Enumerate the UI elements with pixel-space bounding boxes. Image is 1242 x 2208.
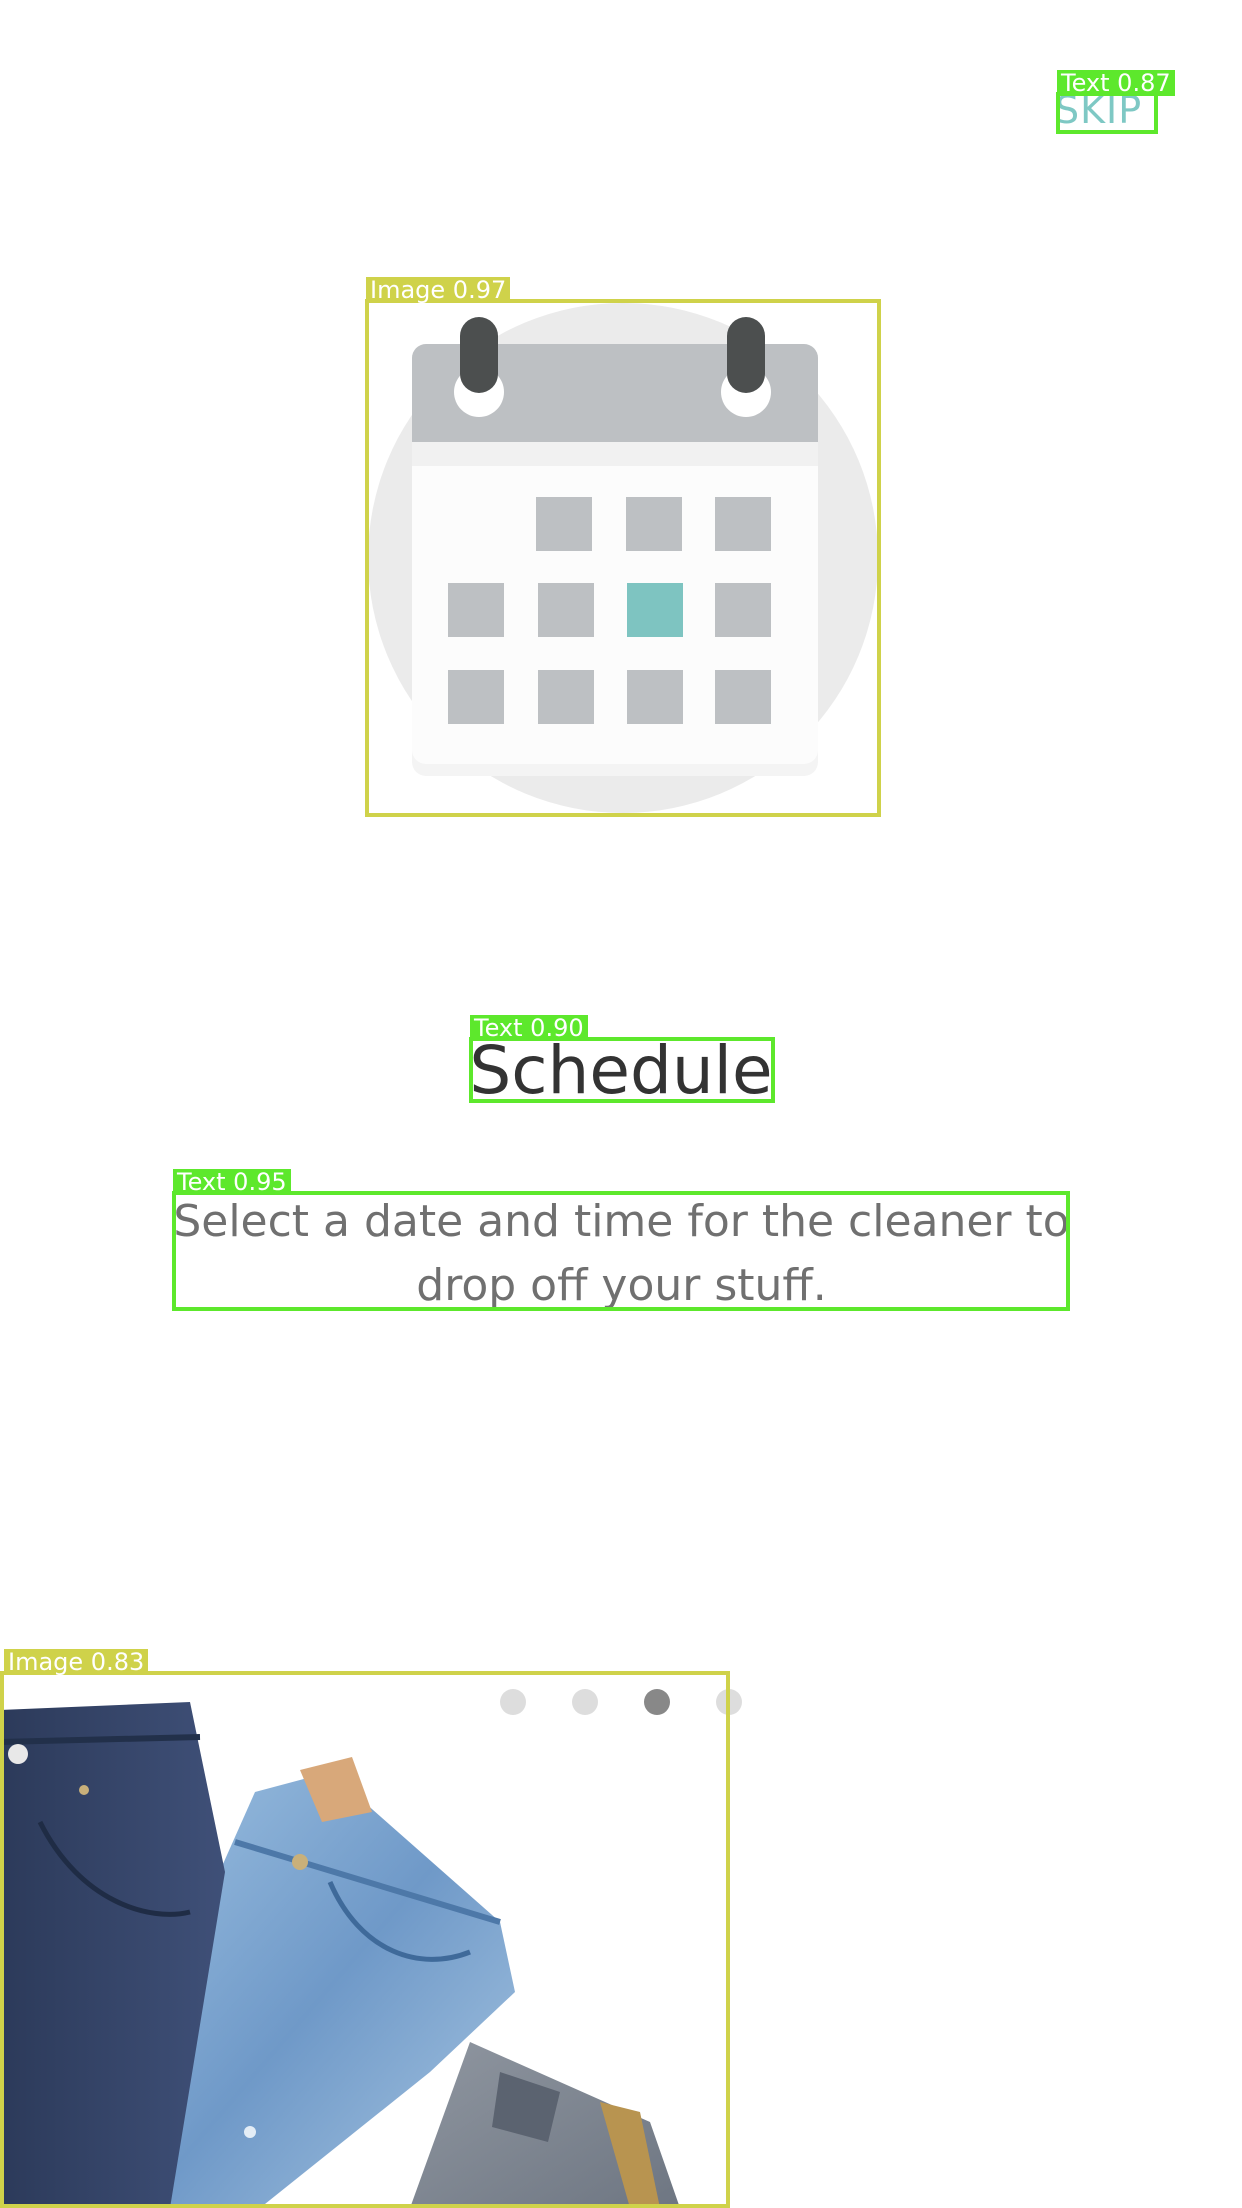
calendar-icon: [368, 303, 878, 813]
page-title: Schedule: [469, 1032, 773, 1109]
calendar-illustration: [366, 300, 880, 816]
skip-button[interactable]: SKIP: [1055, 88, 1142, 132]
page-dot[interactable]: [716, 1689, 742, 1715]
page-dot[interactable]: [572, 1689, 598, 1715]
page-dot-active[interactable]: [644, 1689, 670, 1715]
page-dot[interactable]: [500, 1689, 526, 1715]
page-indicator: [500, 1689, 742, 1715]
onboarding-description: Select a date and time for the cleaner t…: [173, 1196, 1070, 1311]
jeans-image: [0, 1672, 728, 2208]
